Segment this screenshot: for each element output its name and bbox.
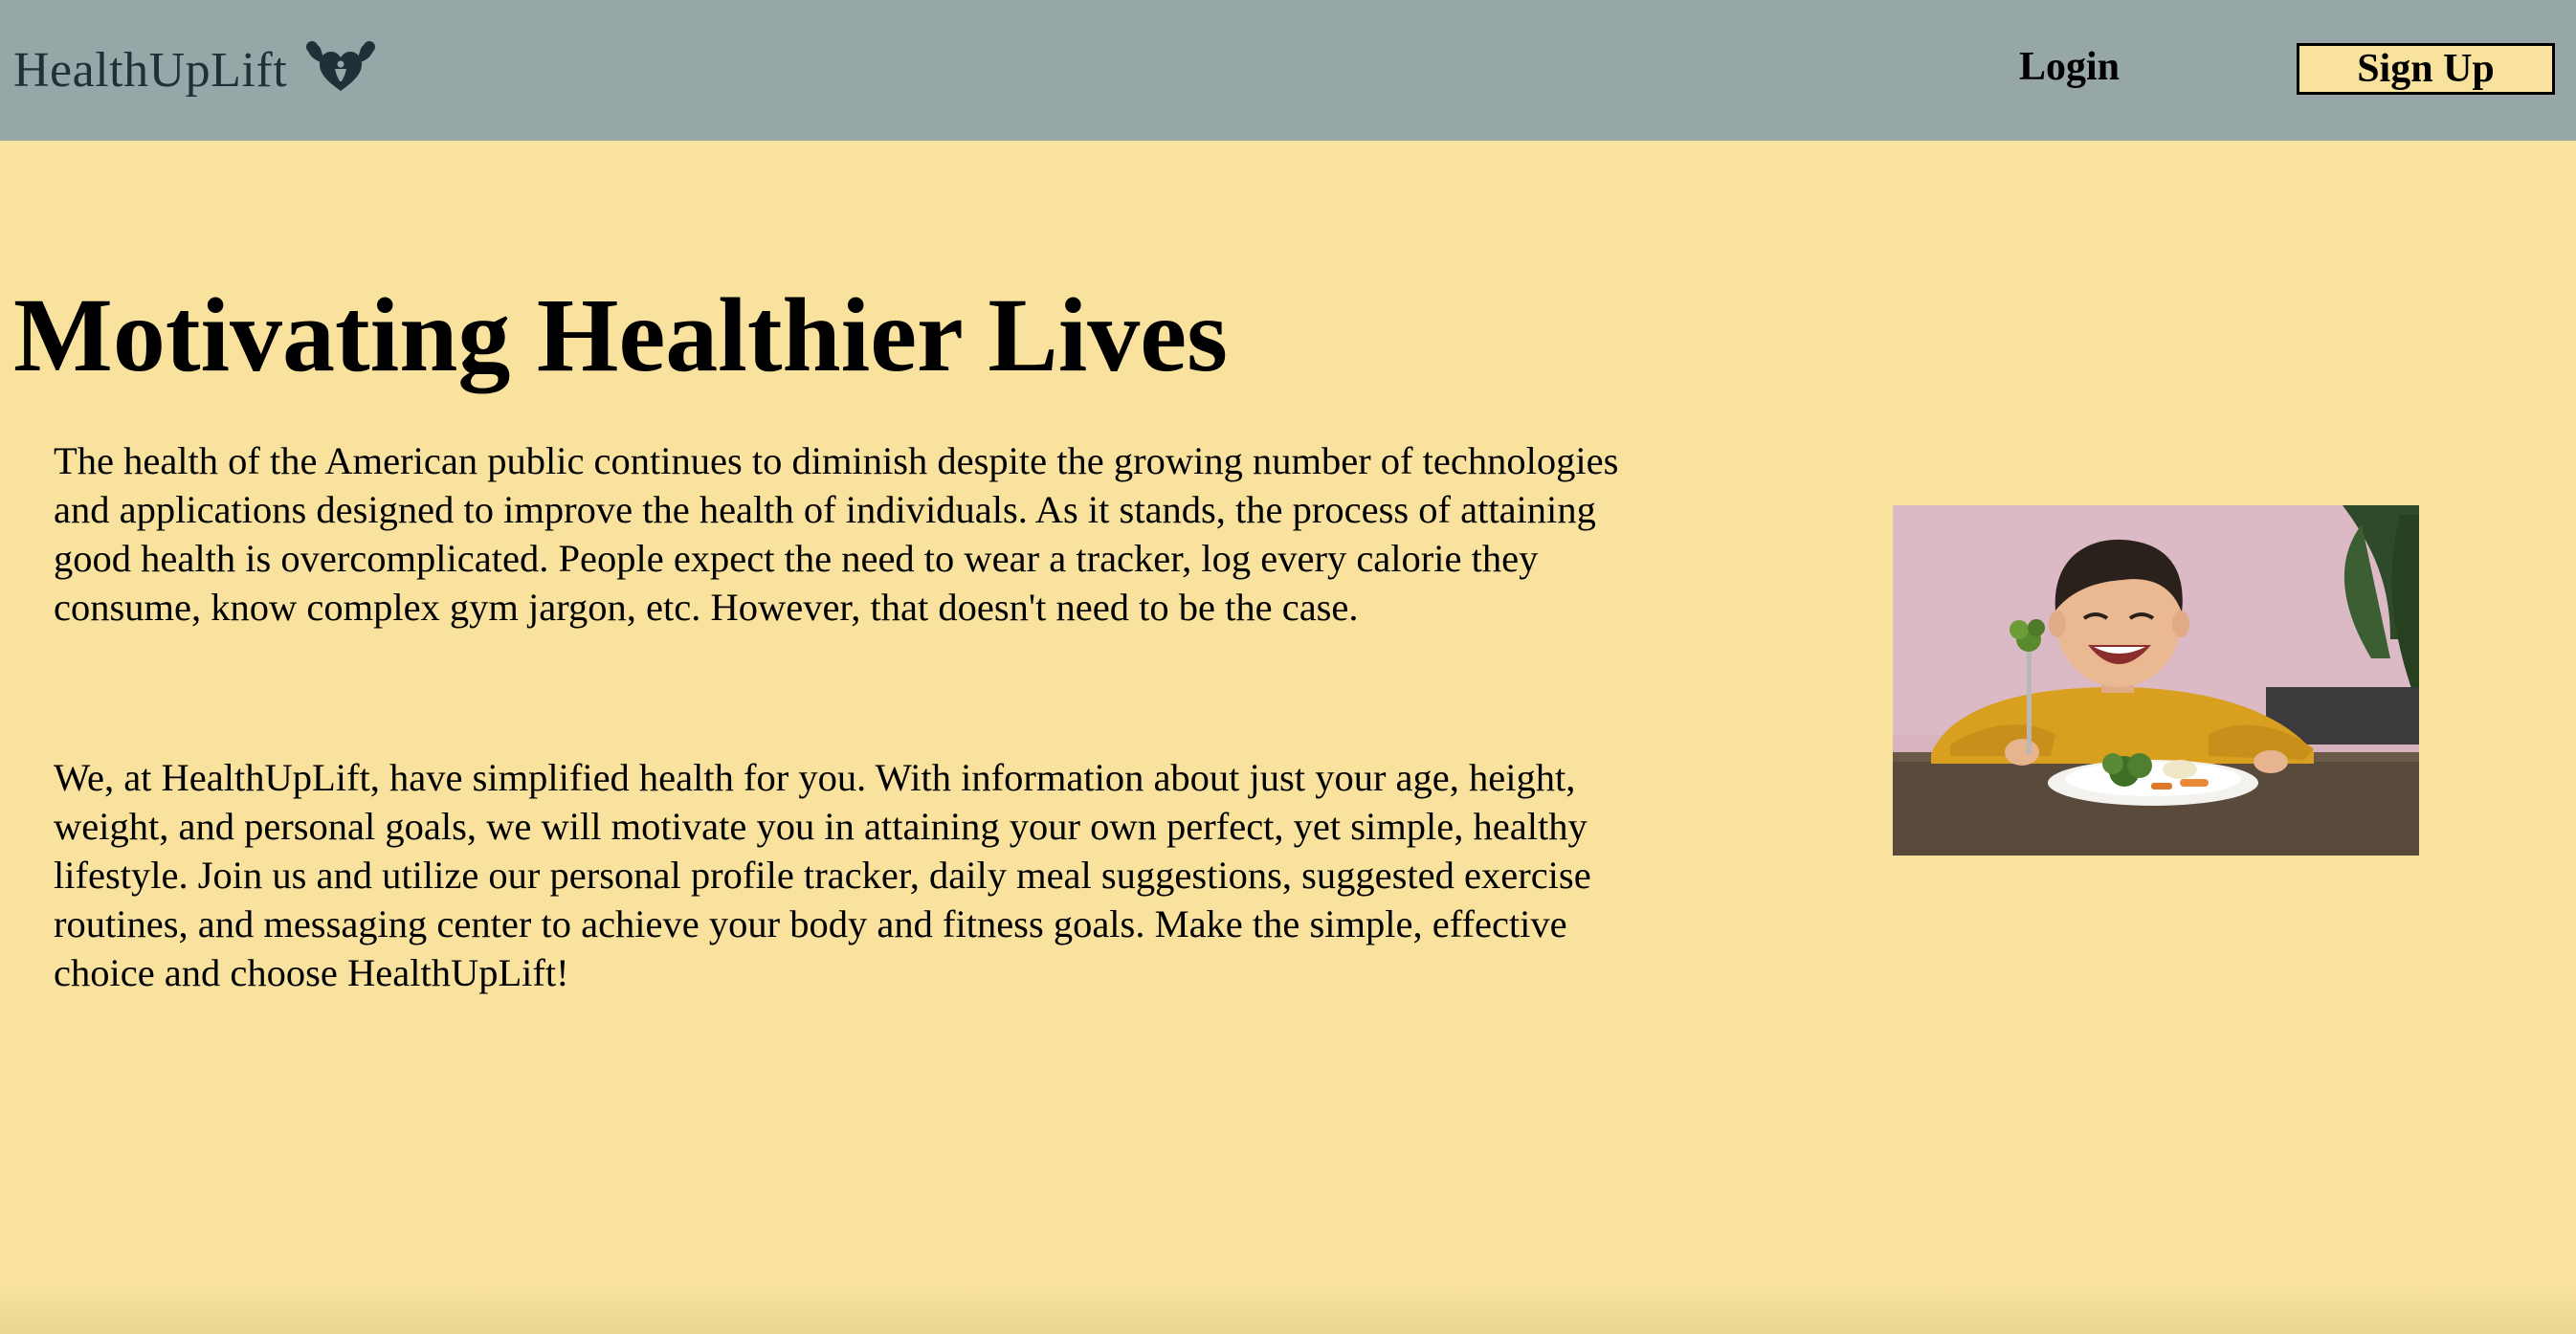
page-title: Motivating Healthier Lives [13,277,1228,393]
child-eating-vegetables-photo [1893,505,2419,856]
top-navbar: HealthUpLift Login Sign Up [0,0,2576,141]
signup-button[interactable]: Sign Up [2297,43,2555,95]
brand-logo[interactable]: HealthUpLift [13,36,381,103]
brand-name: HealthUpLift [13,42,288,98]
intro-paragraph: The health of the American public contin… [54,439,1619,629]
page-bottom-shade [0,1282,2576,1334]
mission-paragraph: We, at HealthUpLift, have simplified hea… [54,756,1591,994]
login-link[interactable]: Login [2019,44,2120,90]
flexing-arms-heart-icon [306,41,376,91]
